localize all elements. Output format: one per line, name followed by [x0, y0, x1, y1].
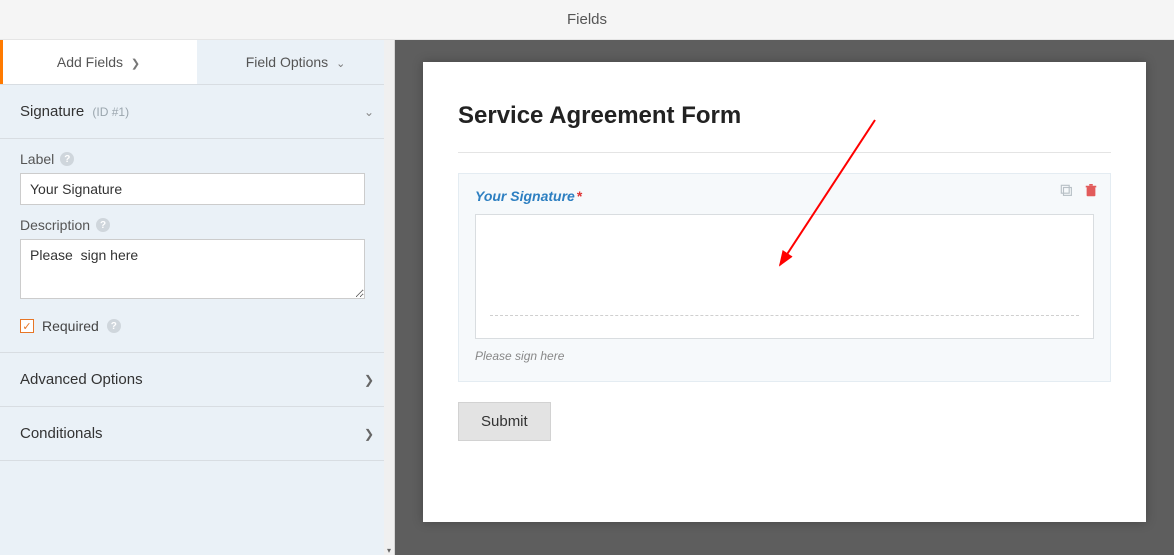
- signature-baseline: [490, 315, 1079, 316]
- duplicate-icon[interactable]: [1060, 184, 1074, 198]
- advanced-options-label: Advanced Options: [20, 371, 143, 388]
- submit-button[interactable]: Submit: [458, 402, 551, 441]
- required-indicator: *: [577, 188, 582, 204]
- required-label: Required: [42, 318, 99, 334]
- chevron-down-icon: ⌄: [336, 58, 345, 70]
- tab-field-options-label: Field Options: [246, 54, 328, 70]
- required-checkbox[interactable]: ✓: [20, 319, 34, 333]
- chevron-down-icon: ⌄: [364, 105, 374, 119]
- field-actions: [1060, 184, 1098, 198]
- field-section-title: Signature (ID #1): [20, 103, 129, 120]
- chevron-right-icon: ❯: [364, 373, 374, 387]
- description-row: Description ? Please sign here: [0, 205, 394, 302]
- field-label: Your Signature*: [475, 188, 1094, 204]
- main-layout: Add Fields ❯ Field Options ⌄ Signature (…: [0, 40, 1174, 555]
- description-caption: Description: [20, 217, 90, 233]
- form-preview-card: Service Agreement Form Your Signature*: [423, 62, 1146, 522]
- sidebar-scrollbar[interactable]: ▾: [384, 40, 394, 555]
- conditionals-row[interactable]: Conditionals ❯: [0, 407, 394, 461]
- help-icon[interactable]: ?: [96, 218, 110, 232]
- tab-add-fields[interactable]: Add Fields ❯: [0, 40, 197, 84]
- tab-field-options[interactable]: Field Options ⌄: [197, 40, 394, 84]
- description-textarea[interactable]: Please sign here: [20, 239, 365, 299]
- divider: [458, 152, 1111, 153]
- trash-icon[interactable]: [1084, 184, 1098, 198]
- label-caption: Label: [20, 151, 54, 167]
- required-row: ✓ Required ?: [0, 302, 394, 353]
- chevron-right-icon: ❯: [131, 58, 140, 70]
- field-description-text: Please sign here: [475, 349, 1094, 363]
- sidebar-tabs: Add Fields ❯ Field Options ⌄: [0, 40, 394, 85]
- sidebar: Add Fields ❯ Field Options ⌄ Signature (…: [0, 40, 395, 555]
- label-caption-row: Label ?: [20, 151, 374, 167]
- tab-add-fields-label: Add Fields: [57, 54, 123, 70]
- field-type-name: Signature: [20, 103, 84, 120]
- field-section-header[interactable]: Signature (ID #1) ⌄: [0, 85, 394, 139]
- label-input[interactable]: [20, 173, 365, 205]
- description-caption-row: Description ?: [20, 217, 374, 233]
- advanced-options-row[interactable]: Advanced Options ❯: [0, 353, 394, 407]
- form-title: Service Agreement Form: [458, 102, 1111, 130]
- field-label-text: Your Signature: [475, 188, 575, 204]
- signature-pad[interactable]: [475, 214, 1094, 339]
- submit-button-label: Submit: [481, 413, 528, 430]
- scroll-down-icon[interactable]: ▾: [384, 545, 394, 555]
- form-canvas: Service Agreement Form Your Signature*: [395, 40, 1174, 555]
- help-icon[interactable]: ?: [60, 152, 74, 166]
- chevron-right-icon: ❯: [364, 427, 374, 441]
- field-id-note: (ID #1): [92, 105, 129, 119]
- top-header: Fields: [0, 0, 1174, 40]
- help-icon[interactable]: ?: [107, 319, 121, 333]
- signature-field[interactable]: Your Signature* Please sign here: [458, 173, 1111, 382]
- label-row: Label ?: [0, 139, 394, 205]
- conditionals-label: Conditionals: [20, 425, 103, 442]
- header-title: Fields: [567, 11, 607, 28]
- active-tab-indicator: [0, 40, 3, 84]
